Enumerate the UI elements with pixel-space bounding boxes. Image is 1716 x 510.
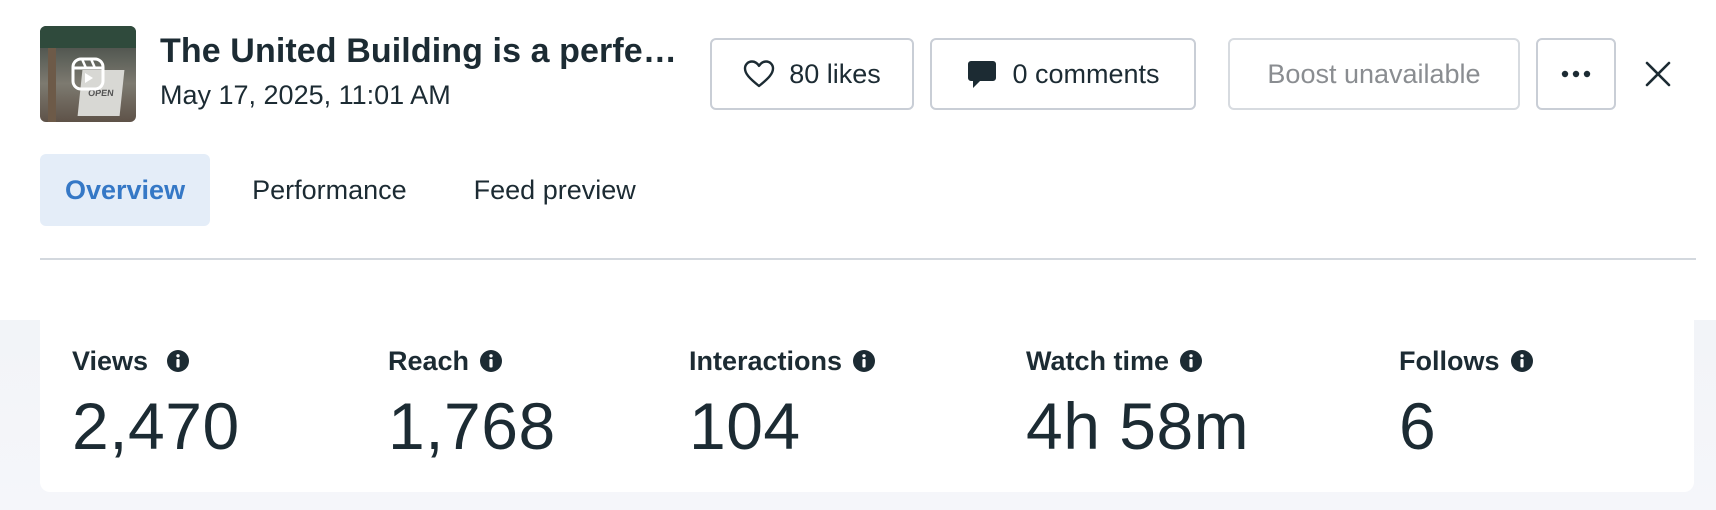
close-button[interactable] (1636, 52, 1680, 96)
close-icon (1645, 61, 1671, 87)
metric-label: Follows (1399, 345, 1500, 376)
metric-views: Views 2,470 (72, 344, 240, 464)
metric-label-wrap: Reach (388, 344, 556, 378)
info-icon[interactable] (166, 349, 190, 373)
info-icon[interactable] (1510, 349, 1534, 373)
tab-overview[interactable]: Overview (40, 154, 211, 226)
tab-bar: Overview Performance Feed preview (40, 154, 678, 226)
thumbnail-post (48, 48, 56, 122)
info-icon[interactable] (479, 349, 503, 373)
metric-label: Watch time (1026, 345, 1170, 376)
metric-reach: Reach 1,768 (388, 344, 556, 464)
tab-feed-preview[interactable]: Feed preview (449, 154, 661, 226)
metric-interactions: Interactions 104 (689, 344, 876, 464)
post-header: OPEN The United Building is a perfe… May… (40, 26, 1690, 122)
metric-value: 6 (1399, 389, 1437, 463)
boost-button[interactable]: Boost unavailable (1228, 38, 1520, 110)
post-date: May 17, 2025, 11:01 AM (160, 80, 451, 110)
header-divider (40, 258, 1696, 260)
metric-label: Interactions (689, 345, 843, 376)
likes-label: 80 likes (789, 58, 881, 89)
metric-label: Views (72, 345, 149, 376)
more-options-button[interactable] (1536, 38, 1616, 110)
comments-button[interactable]: 0 comments (930, 38, 1196, 110)
metric-label-wrap: Interactions (689, 344, 876, 378)
metrics-section: Views 2,470 Reach 1,768 Interactions 104… (0, 320, 1716, 510)
metric-value: 4h 58m (1026, 389, 1250, 463)
likes-button[interactable]: 80 likes (710, 38, 914, 110)
metric-watch-time: Watch time 4h 58m (1026, 344, 1249, 464)
reel-icon (71, 57, 105, 91)
post-thumbnail[interactable]: OPEN (40, 26, 136, 122)
post-title: The United Building is a perfe… (160, 32, 677, 70)
metrics-card: Views 2,470 Reach 1,768 Interactions 104… (40, 320, 1694, 492)
info-icon[interactable] (1179, 349, 1203, 373)
boost-label: Boost unavailable (1267, 58, 1481, 89)
thumbnail-awning (40, 26, 136, 48)
comment-icon (968, 61, 997, 88)
metric-label: Reach (388, 345, 470, 376)
metric-label-wrap: Follows (1399, 344, 1534, 378)
comments-label: 0 comments (1012, 58, 1160, 89)
more-icon (1561, 70, 1591, 78)
heart-icon (744, 60, 775, 88)
metric-label-wrap: Watch time (1026, 344, 1249, 378)
info-icon[interactable] (852, 349, 876, 373)
metric-value: 104 (689, 389, 801, 463)
metric-follows: Follows 6 (1399, 344, 1534, 464)
tab-performance[interactable]: Performance (227, 154, 432, 226)
metric-value: 1,768 (388, 389, 556, 463)
metric-label-wrap: Views (72, 344, 240, 378)
metric-value: 2,470 (72, 389, 240, 463)
